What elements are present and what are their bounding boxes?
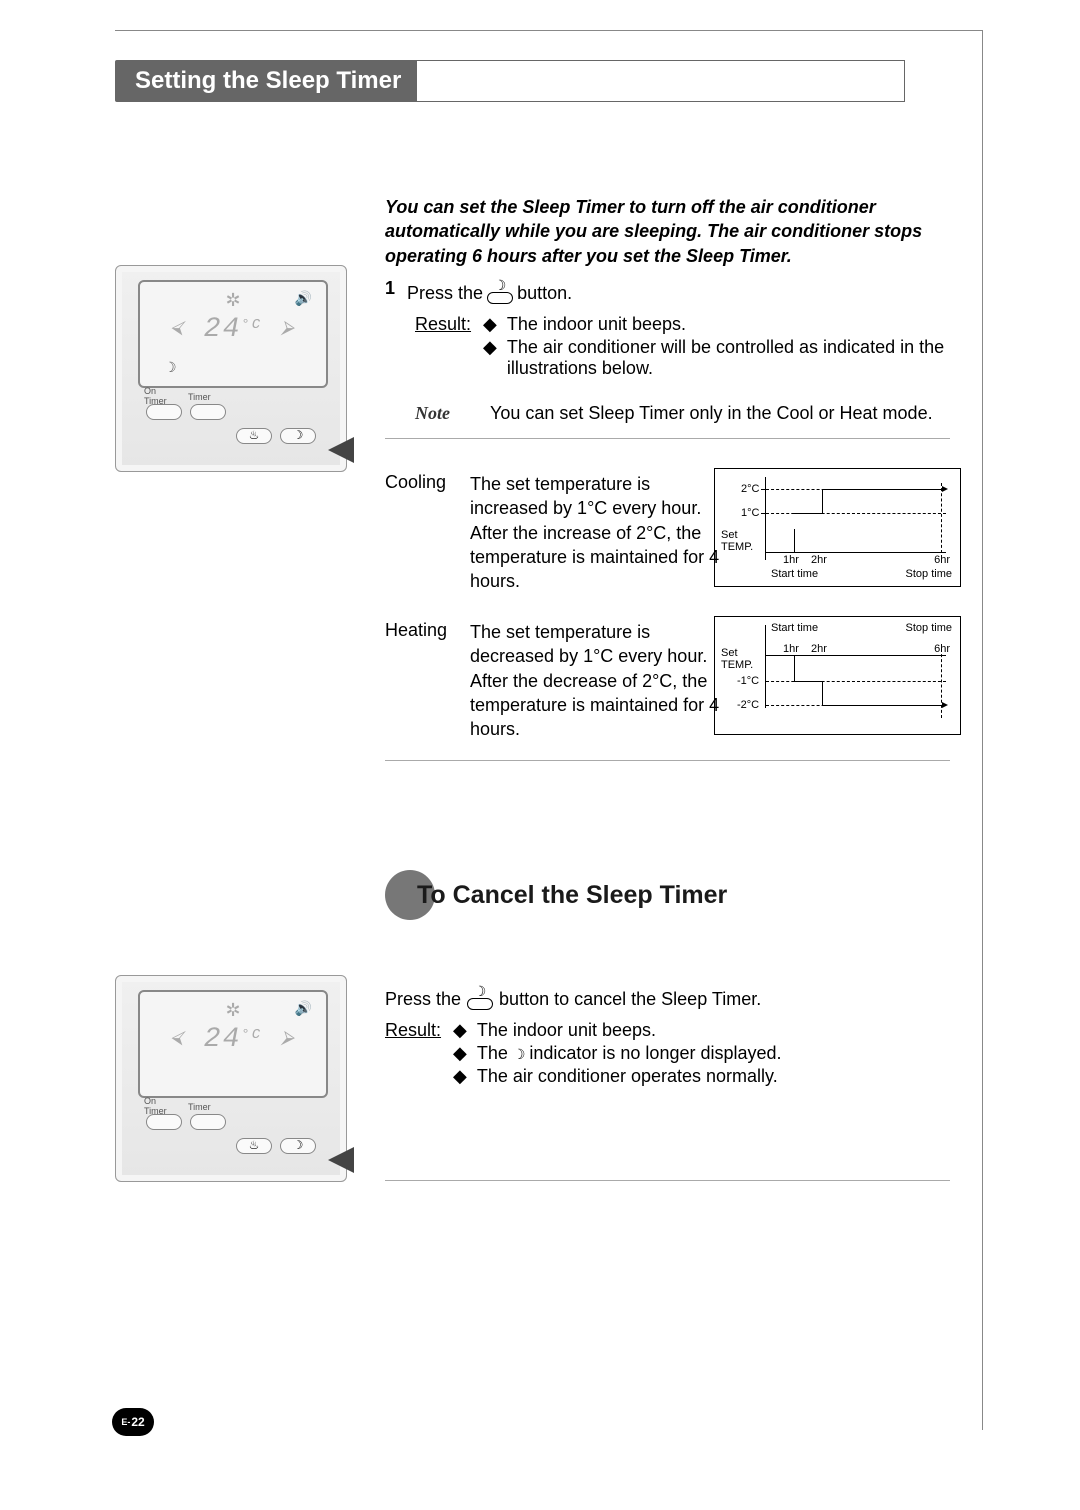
chart-xtick: 2hr xyxy=(811,643,827,655)
chart-ylabel: 1°C xyxy=(741,507,759,519)
result-item: The indoor unit beeps. xyxy=(477,1020,656,1041)
step-1: 1 Press the ☽ button. Result: ◆ The indoo… xyxy=(385,278,950,424)
sound-icon: 🔊 xyxy=(295,1000,312,1017)
sleep-button: ☽ xyxy=(280,428,316,444)
press-pre: Press the xyxy=(407,283,483,304)
heating-label: Heating xyxy=(385,620,470,741)
sleep-icon: ☽ xyxy=(513,1046,529,1062)
bullet-icon: ◆ xyxy=(453,1020,467,1041)
chart-xtick: 1hr xyxy=(783,554,799,566)
chart-start-label: Start time xyxy=(771,623,818,634)
page-number: 22 xyxy=(131,1415,144,1429)
sleep-button-icon: ☽ xyxy=(487,278,513,304)
on-timer-label: On Timer xyxy=(144,1096,167,1116)
economy-button: ♨ xyxy=(236,428,272,444)
divider xyxy=(385,438,950,439)
heating-text: The set temperature is decreased by 1°C … xyxy=(470,620,730,741)
result-label: Result: xyxy=(385,1020,441,1089)
note-label: Note xyxy=(415,403,450,424)
section-title: Setting the Sleep Timer xyxy=(115,60,417,102)
pointer-icon xyxy=(328,1147,354,1173)
remote-temp-display: ⮘ 24°C ⮚ xyxy=(140,1024,326,1055)
snowflake-icon: ✲ xyxy=(225,1000,240,1021)
press-post: button. xyxy=(517,283,572,304)
remote-screen: ✲ 🔊 ⮘ 24°C ⮚ xyxy=(138,990,328,1098)
page-number-badge: E-22 xyxy=(112,1408,154,1436)
chart-ylabel: Set TEMP. xyxy=(721,647,765,671)
remote-illustration-set: ✲ 🔊 ⮘ 24°C ⮚ ☽ On Timer Timer ♨ ☽ xyxy=(115,265,347,472)
step-number: 1 xyxy=(385,278,395,304)
sleep-button: ☽ xyxy=(280,1138,316,1154)
snowflake-icon: ✲ xyxy=(225,290,240,311)
chart-xtick: 6hr xyxy=(934,643,950,655)
cancel-press-post: button to cancel the Sleep Timer. xyxy=(499,989,761,1010)
result-item: The indoor unit beeps. xyxy=(507,314,686,335)
on-timer-button xyxy=(146,404,182,420)
cooling-text: The set temperature is increased by 1°C … xyxy=(470,472,730,593)
heating-chart: Set TEMP. -1°C -2°C 1hr 2hr 6hr Start ti… xyxy=(714,616,961,735)
chart-start-label: Start time xyxy=(771,569,818,580)
bullet-icon: ◆ xyxy=(483,314,497,335)
cooling-label: Cooling xyxy=(385,472,470,593)
timer-button xyxy=(190,1114,226,1130)
on-timer-label: On Timer xyxy=(144,386,167,406)
chart-xtick: 1hr xyxy=(783,643,799,655)
timer-button xyxy=(190,404,226,420)
chart-ylabel: 2°C xyxy=(741,483,759,495)
on-timer-button xyxy=(146,1114,182,1130)
chart-ylabel: -2°C xyxy=(737,699,759,711)
chart-xtick: 2hr xyxy=(811,554,827,566)
chart-stop-label: Stop time xyxy=(906,623,952,634)
cancel-press-pre: Press the xyxy=(385,989,461,1010)
subsection-title-area: To Cancel the Sleep Timer xyxy=(385,870,727,920)
sleep-icon: ☽ xyxy=(164,359,177,376)
timer-label: Timer xyxy=(188,392,211,402)
result-label: Result: xyxy=(415,314,471,381)
section-title-rule xyxy=(417,60,905,102)
bullet-icon: ◆ xyxy=(483,337,497,379)
cancel-block: Press the ☽ button to cancel the Sleep T… xyxy=(385,984,950,1089)
result-item: The air conditioner operates normally. xyxy=(477,1066,778,1087)
subsection-title: To Cancel the Sleep Timer xyxy=(417,881,727,910)
sleep-button-icon: ☽ xyxy=(467,984,493,1010)
timer-label: Timer xyxy=(188,1102,211,1112)
bullet-icon: ◆ xyxy=(453,1043,467,1064)
chart-xtick: 6hr xyxy=(934,554,950,566)
intro-paragraph: You can set the Sleep Timer to turn off … xyxy=(385,195,950,268)
divider xyxy=(385,1180,950,1181)
cooling-chart: 2°C 1°C Set TEMP. 1hr 2hr 6hr Start time… xyxy=(714,468,961,587)
result-item: The air conditioner will be controlled a… xyxy=(507,337,950,379)
sound-icon: 🔊 xyxy=(295,290,312,307)
chart-ylabel: Set TEMP. xyxy=(721,529,765,553)
chart-stop-label: Stop time xyxy=(906,569,952,580)
note-text: You can set Sleep Timer only in the Cool… xyxy=(490,403,933,424)
remote-temp-display: ⮘ 24°C ⮚ xyxy=(140,314,326,345)
remote-screen: ✲ 🔊 ⮘ 24°C ⮚ ☽ xyxy=(138,280,328,388)
bullet-icon: ◆ xyxy=(453,1066,467,1087)
section-title-bar: Setting the Sleep Timer xyxy=(115,60,905,102)
divider xyxy=(385,760,950,761)
pointer-icon xyxy=(328,437,354,463)
result-item: The ☽ indicator is no longer displayed. xyxy=(477,1043,782,1064)
page-prefix: E- xyxy=(121,1417,130,1427)
economy-button: ♨ xyxy=(236,1138,272,1154)
remote-illustration-cancel: ✲ 🔊 ⮘ 24°C ⮚ On Timer Timer ♨ ☽ xyxy=(115,975,347,1182)
chart-ylabel: -1°C xyxy=(737,675,759,687)
